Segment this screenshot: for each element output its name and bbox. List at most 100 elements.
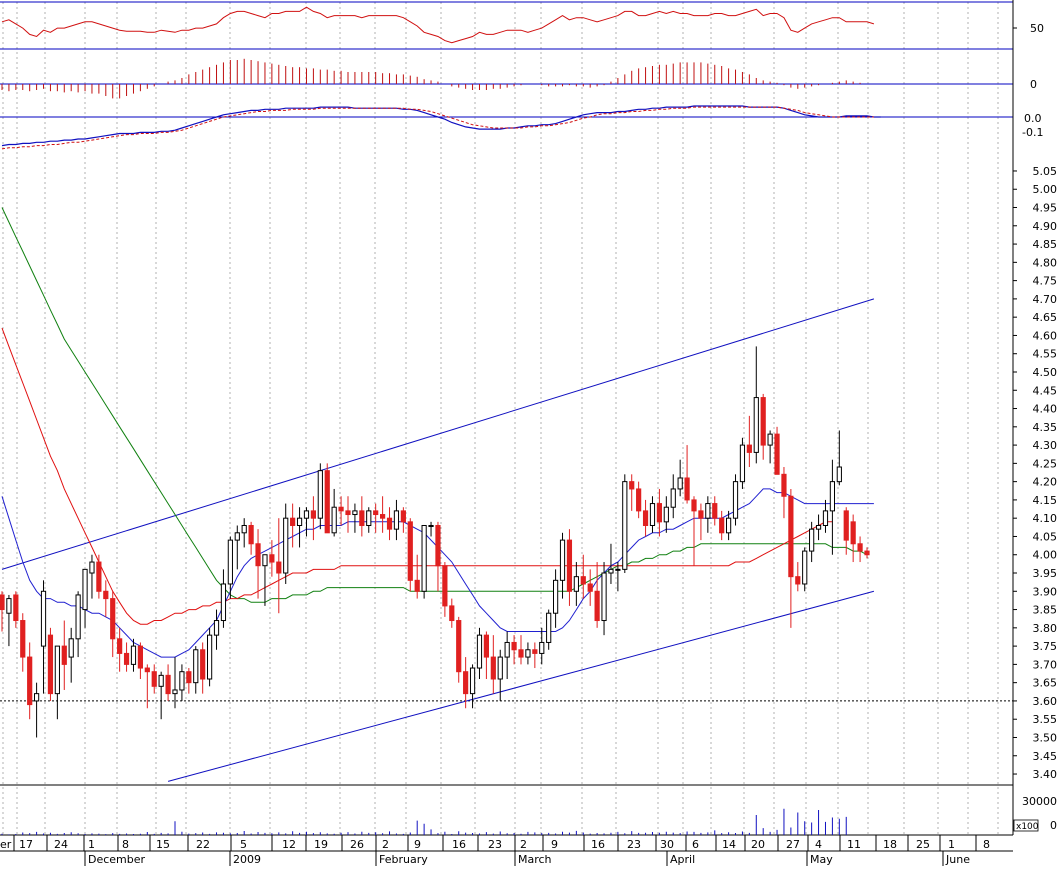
price-tick-label: 4.65 xyxy=(1033,311,1058,324)
candle-body xyxy=(594,590,600,622)
candle-body xyxy=(179,671,185,691)
candle-body xyxy=(698,510,704,519)
month-label: April xyxy=(670,853,695,866)
candle-body xyxy=(822,510,829,526)
candle-body xyxy=(89,561,95,574)
date-tick-label: 23 xyxy=(488,838,502,851)
candle-body xyxy=(802,550,808,585)
date-tick-label: 1 xyxy=(88,838,95,851)
volume-tick-label: 30000 xyxy=(1022,795,1057,808)
candle-body xyxy=(428,524,434,527)
price-tick-label: 4.60 xyxy=(1033,329,1058,342)
date-tick-label: 25 xyxy=(916,838,930,851)
candle-body xyxy=(497,656,503,680)
price-tick-label: 3.80 xyxy=(1033,622,1058,635)
candle-body xyxy=(324,470,330,534)
price-tick-label: 3.40 xyxy=(1033,768,1058,781)
candle-body xyxy=(338,506,344,512)
candle-body xyxy=(380,514,386,519)
candle-body xyxy=(719,517,725,534)
candle-body xyxy=(421,524,427,592)
candle-body xyxy=(359,510,365,526)
price-tick-label: 4.10 xyxy=(1033,512,1058,525)
price-tick-label: 5.00 xyxy=(1033,183,1058,196)
candle-body xyxy=(137,645,144,669)
candle-body xyxy=(463,671,469,695)
candle-body xyxy=(103,590,109,600)
candle-body xyxy=(144,667,150,673)
date-tick-label: 12 xyxy=(282,838,296,851)
candle-body xyxy=(829,481,835,512)
candle-body xyxy=(518,649,524,658)
price-tick-label: 3.85 xyxy=(1033,604,1058,617)
candle-body xyxy=(366,510,372,526)
candle-body xyxy=(220,583,227,622)
candle-body xyxy=(573,576,579,592)
price-tick-label: 4.45 xyxy=(1033,384,1058,397)
date-tick-label: 19 xyxy=(314,838,328,851)
price-tick-label: 4.75 xyxy=(1033,275,1058,288)
candle-body xyxy=(13,594,19,622)
candle-body xyxy=(788,495,794,578)
price-tick-label: 4.50 xyxy=(1033,366,1058,379)
price-tick-label: 3.95 xyxy=(1033,567,1058,580)
date-tick-label: 1 xyxy=(948,838,955,851)
price-tick-label: 4.55 xyxy=(1033,348,1058,361)
rsi-line xyxy=(1,6,875,44)
price-tick-label: 3.55 xyxy=(1033,713,1058,726)
candle-body xyxy=(864,550,870,556)
candle-body xyxy=(303,510,310,519)
month-label: May xyxy=(810,853,833,866)
date-tick-label: 16 xyxy=(452,838,466,851)
date-tick-label: 2 xyxy=(520,838,527,851)
candle-body xyxy=(186,671,192,684)
date-tick-label: 5 xyxy=(240,838,247,851)
candle-body xyxy=(469,667,476,695)
candle-body xyxy=(691,499,697,512)
price-tick-label: 3.50 xyxy=(1033,731,1058,744)
candle-body xyxy=(200,649,206,680)
candle-body xyxy=(629,481,635,490)
candle-body xyxy=(400,510,406,523)
candle-body xyxy=(649,503,656,526)
price-tick-label: 4.70 xyxy=(1033,293,1058,306)
price-tick-label: 3.65 xyxy=(1033,677,1058,690)
price-tick-label: 3.90 xyxy=(1033,585,1058,598)
candle-body xyxy=(0,594,5,611)
candle-body xyxy=(622,481,628,570)
candle-body xyxy=(795,576,801,585)
date-tick-label: 30 xyxy=(660,838,674,851)
candle-body xyxy=(442,565,448,607)
date-tick-label: 11 xyxy=(847,838,861,851)
price-tick-label: 4.85 xyxy=(1033,238,1058,251)
candle-body xyxy=(40,590,47,647)
candle-body xyxy=(117,638,123,654)
date-tick-label: 17 xyxy=(19,838,33,851)
candle-body xyxy=(532,649,538,654)
month-label: 2009 xyxy=(233,853,261,866)
candle-body xyxy=(449,605,455,622)
candle-body xyxy=(615,568,621,571)
candle-body xyxy=(96,561,102,592)
date-tick-label: 8 xyxy=(122,838,129,851)
candle-body xyxy=(601,572,607,622)
channel-lower-line xyxy=(167,590,875,782)
candle-body xyxy=(580,576,586,585)
axes-labels: 5000.0-0.15.055.004.954.904.854.804.754.… xyxy=(0,22,1057,866)
candle-body xyxy=(587,583,593,592)
month-label: February xyxy=(379,853,428,866)
candle-body xyxy=(227,539,233,585)
rsi-tick-label: 50 xyxy=(1030,22,1044,35)
candle-body xyxy=(843,510,849,541)
volume-panel xyxy=(1,808,847,835)
chart-svg: 5000.0-0.15.055.004.954.904.854.804.754.… xyxy=(0,0,1057,866)
candle-body xyxy=(490,656,496,680)
candle-body xyxy=(781,473,787,497)
candle-body xyxy=(68,638,74,658)
stock-chart: 50 0 0.0 -0.1 5.05 5.00 4.95 4.90 4.85 4.80 4.75 4.… xyxy=(0,0,1062,866)
candle-body xyxy=(504,641,510,658)
candle-body xyxy=(663,506,669,523)
macd-tick-label: 0.0 xyxy=(1024,112,1042,125)
candle-body xyxy=(670,488,676,508)
candle-body xyxy=(82,568,88,611)
